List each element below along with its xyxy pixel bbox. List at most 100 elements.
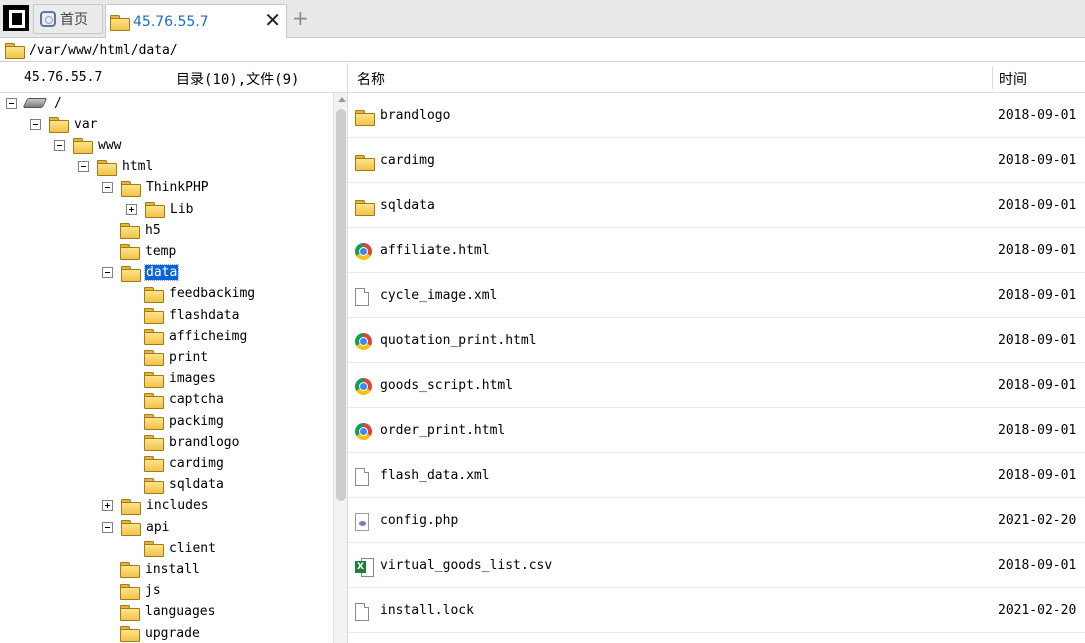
tree-item[interactable]: brandlogo	[144, 432, 240, 452]
tree-item[interactable]: captcha	[144, 390, 225, 410]
host-label: 45.76.55.7	[24, 70, 103, 85]
tab-home[interactable]: 首页	[33, 4, 103, 34]
tab-server[interactable]: 45.76.55.7 ✕	[105, 4, 287, 38]
tree-item-label: /	[54, 95, 62, 111]
tree-item-label: temp	[145, 243, 177, 259]
new-tab-button[interactable]: +	[292, 6, 309, 30]
tree-item[interactable]: afficheimg	[144, 326, 248, 346]
tree-item[interactable]: temp	[120, 241, 177, 261]
file-row[interactable]: affiliate.html 2018-09-01 0	[348, 228, 1085, 273]
tree-item[interactable]: html	[78, 157, 154, 177]
file-row[interactable]: brandlogo 2018-09-01 0	[348, 93, 1085, 138]
tree-item[interactable]: feedbackimg	[144, 284, 256, 304]
tree-item-label: www	[98, 137, 122, 153]
file-time: 2018-09-01 0	[998, 378, 1085, 393]
file-row[interactable]: cardimg 2018-09-01 0	[348, 138, 1085, 183]
collapse-icon[interactable]	[102, 267, 113, 279]
collapse-icon[interactable]	[30, 118, 41, 130]
tree-item[interactable]: api	[102, 517, 170, 537]
tree-item[interactable]: sqldata	[144, 475, 225, 495]
file-time: 2018-09-01 0	[998, 243, 1085, 258]
tree-item-label: ThinkPHP	[146, 180, 209, 196]
file-row[interactable]: quotation_print.html 2018-09-01 0	[348, 318, 1085, 363]
tree-item[interactable]: flashdata	[144, 305, 240, 325]
address-bar[interactable]: /var/www/html/data/	[0, 39, 1085, 62]
tree-item-label: client	[169, 540, 216, 556]
expand-icon[interactable]	[126, 203, 137, 215]
address-path[interactable]: /var/www/html/data/	[29, 43, 178, 58]
folder-icon	[144, 329, 164, 346]
tab-home-label: 首页	[60, 12, 88, 28]
tree-item-label: images	[169, 371, 216, 387]
tree-item[interactable]: data	[102, 263, 180, 283]
tree-item[interactable]: install	[120, 559, 201, 579]
collapse-icon[interactable]	[54, 139, 65, 151]
column-divider[interactable]	[992, 67, 993, 89]
folder-icon	[144, 414, 164, 430]
tree-item-label: languages	[145, 604, 216, 620]
folder-icon	[355, 155, 375, 171]
column-header-name[interactable]: 名称	[357, 69, 385, 89]
tree-item[interactable]: h5	[120, 220, 162, 240]
file-row[interactable]: virtual_goods_list.csv 2018-09-01 0	[348, 543, 1085, 588]
document-icon	[355, 288, 369, 306]
close-icon[interactable]: ✕	[264, 9, 281, 31]
tree-item-label: includes	[146, 498, 209, 514]
file-row[interactable]: install.lock 2021-02-20 1	[348, 588, 1085, 633]
tree-item[interactable]: upgrade	[120, 623, 201, 643]
folder-icon	[120, 604, 140, 621]
column-header-time[interactable]: 时间	[999, 69, 1027, 89]
tree-item[interactable]: www	[54, 135, 122, 155]
tree-item[interactable]: cardimg	[144, 453, 225, 473]
collapse-icon[interactable]	[78, 161, 89, 173]
scroll-up-arrow-icon[interactable]	[338, 97, 346, 102]
folder-icon	[121, 180, 141, 197]
tree-item-label: h5	[145, 222, 161, 238]
expand-icon[interactable]	[102, 500, 113, 512]
tree-item-label: Lib	[170, 201, 194, 217]
tree-item[interactable]: includes	[102, 496, 210, 516]
file-row[interactable]: goods_script.html 2018-09-01 0	[348, 363, 1085, 408]
file-row[interactable]: config.php 2021-02-20 1	[348, 498, 1085, 543]
file-time: 2018-09-01 0	[998, 198, 1085, 213]
excel-icon	[355, 558, 374, 577]
item-counts: 目录(10),文件(9)	[176, 72, 300, 88]
tree-item-label: js	[145, 583, 161, 599]
folder-icon	[120, 583, 140, 600]
file-row[interactable]: order_print.html 2018-09-01 0	[348, 408, 1085, 453]
tree-scrollbar[interactable]	[333, 93, 348, 643]
tree-item[interactable]: Lib	[126, 199, 194, 219]
file-row[interactable]: flash_data.xml 2018-09-01 0	[348, 453, 1085, 498]
folder-icon	[144, 350, 164, 367]
folder-icon	[120, 562, 140, 579]
folder-icon	[144, 392, 164, 409]
tree-item[interactable]: var	[30, 114, 98, 134]
folder-icon	[121, 498, 141, 515]
collapse-icon[interactable]	[6, 97, 17, 109]
collapse-icon[interactable]	[102, 182, 113, 194]
tree-item[interactable]: client	[144, 538, 217, 558]
tree-item[interactable]: print	[144, 347, 209, 367]
tree-item[interactable]: languages	[120, 602, 216, 622]
file-row[interactable]: cycle_image.xml 2018-09-01 0	[348, 273, 1085, 318]
scrollbar-thumb[interactable]	[336, 109, 346, 501]
app-logo-icon[interactable]	[3, 5, 29, 31]
folder-icon	[73, 138, 93, 155]
tree-item[interactable]: images	[144, 369, 217, 389]
folder-icon	[97, 159, 117, 176]
folder-icon	[144, 541, 164, 558]
tree-item[interactable]: ThinkPHP	[102, 178, 210, 198]
folder-icon	[144, 477, 164, 494]
tree-item-label: packimg	[169, 413, 224, 429]
folder-icon	[144, 286, 164, 303]
tree-item[interactable]: /	[6, 93, 63, 113]
file-name: virtual_goods_list.csv	[380, 558, 553, 573]
file-row[interactable]: sqldata 2018-09-01 0	[348, 183, 1085, 228]
file-time: 2018-09-01 0	[998, 153, 1085, 168]
chrome-icon	[355, 333, 372, 350]
tree-item[interactable]: js	[120, 581, 162, 601]
collapse-icon[interactable]	[102, 521, 113, 533]
drive-icon	[22, 98, 48, 108]
tree-item[interactable]: packimg	[144, 411, 225, 431]
tab-bar: 首页 45.76.55.7 ✕ +	[0, 0, 1085, 38]
